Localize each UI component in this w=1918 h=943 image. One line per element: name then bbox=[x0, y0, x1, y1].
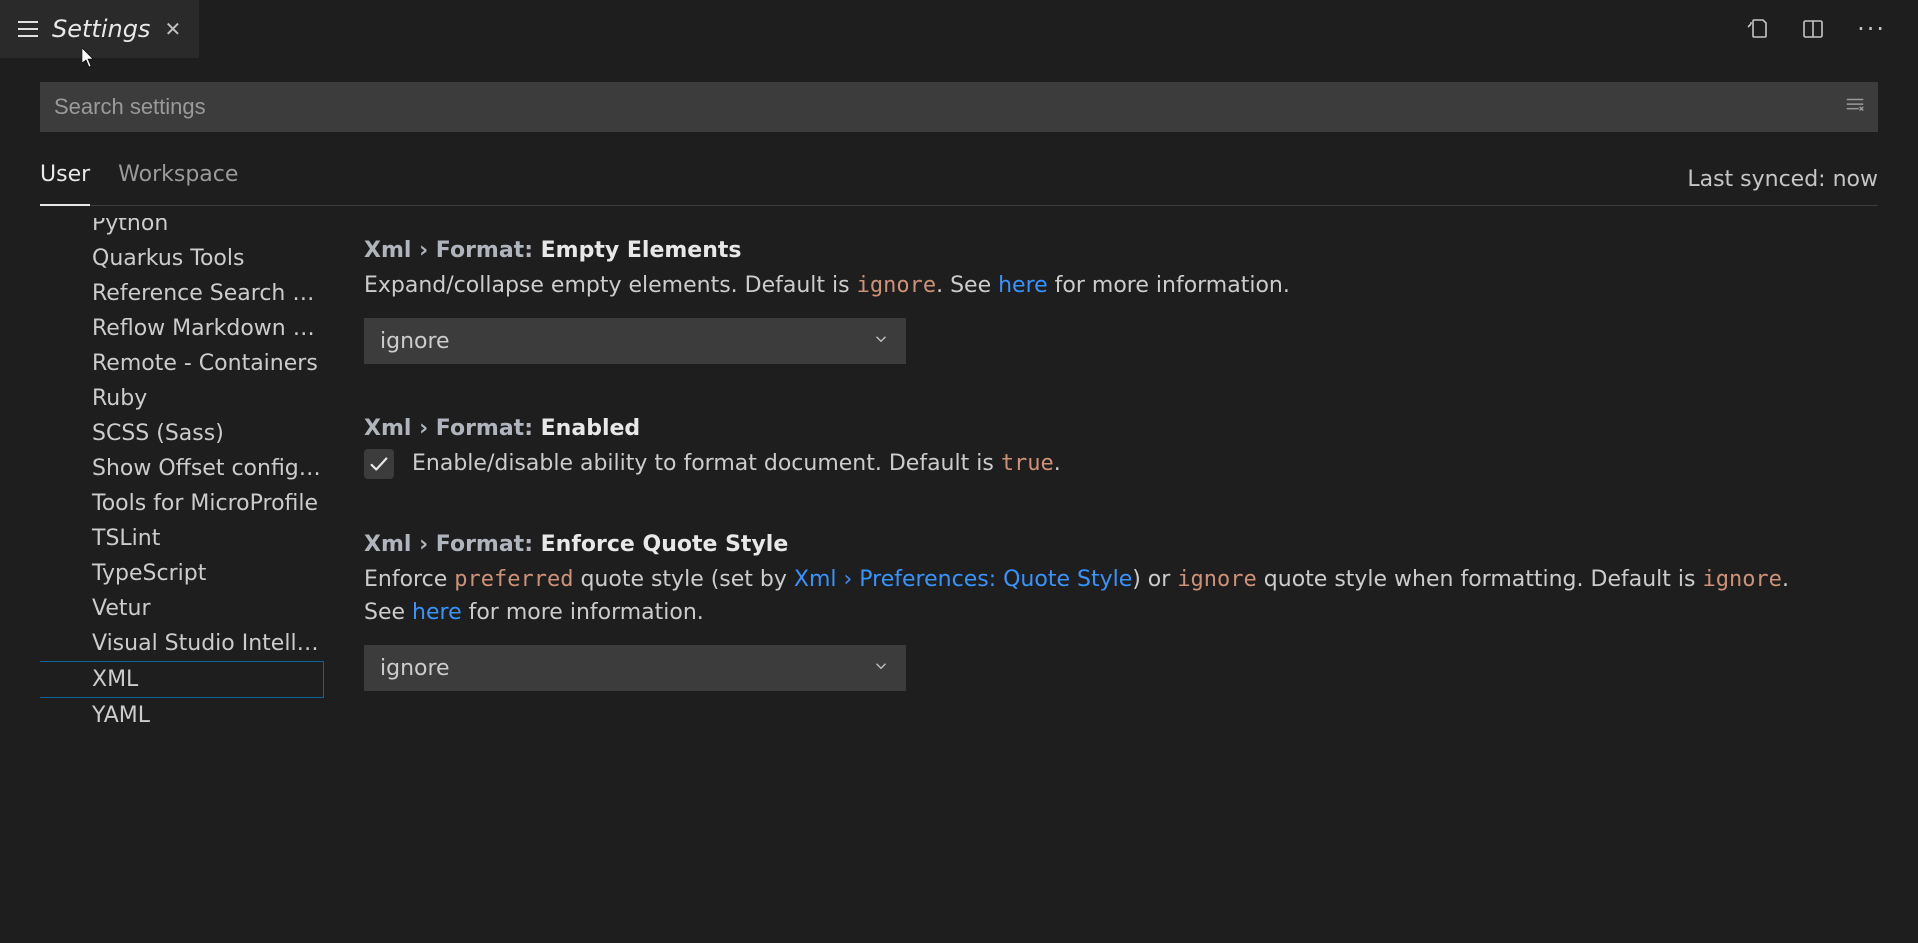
tree-item[interactable]: Python bbox=[40, 218, 324, 241]
checkbox-enabled[interactable] bbox=[364, 449, 394, 479]
settings-list: Xml › Format: Empty Elements Expand/coll… bbox=[324, 218, 1878, 778]
tree-item[interactable]: Show Offset configuration bbox=[40, 451, 324, 486]
chevron-down-icon bbox=[872, 329, 890, 354]
scope-tab-workspace[interactable]: Workspace bbox=[118, 162, 238, 197]
tree-item[interactable]: Remote - Containers bbox=[40, 346, 324, 381]
tab-bar: Settings ✕ ··· bbox=[0, 0, 1918, 58]
tree-item[interactable]: Reflow Markdown Settings bbox=[40, 311, 324, 346]
search-input[interactable] bbox=[54, 94, 1844, 120]
tab-settings[interactable]: Settings ✕ bbox=[0, 0, 199, 58]
setting-title: Xml › Format: Empty Elements bbox=[364, 238, 1818, 263]
select-enforce-quote[interactable]: ignore bbox=[364, 645, 906, 691]
setting-empty-elements: Xml › Format: Empty Elements Expand/coll… bbox=[364, 238, 1818, 364]
scope-tab-user[interactable]: User bbox=[40, 162, 90, 197]
tree-item[interactable]: Reference Search View bbox=[40, 276, 324, 311]
open-settings-json-icon[interactable] bbox=[1745, 17, 1769, 41]
setting-description: Enable/disable ability to format documen… bbox=[412, 447, 1061, 480]
tree-item[interactable]: TSLint bbox=[40, 521, 324, 556]
setting-enabled: Xml › Format: Enabled Enable/disable abi… bbox=[364, 416, 1818, 480]
tree-item[interactable]: Tools for MicroProfile bbox=[40, 486, 324, 521]
tree-item[interactable]: Ruby bbox=[40, 381, 324, 416]
more-actions-icon[interactable]: ··· bbox=[1857, 15, 1886, 43]
tree-item[interactable]: TypeScript bbox=[40, 556, 324, 591]
tree-item[interactable]: SCSS (Sass) bbox=[40, 416, 324, 451]
setting-description: Enforce preferred quote style (set by Xm… bbox=[364, 563, 1818, 629]
setting-title: Xml › Format: Enabled bbox=[364, 416, 1818, 441]
split-editor-icon[interactable] bbox=[1801, 17, 1825, 41]
settings-icon bbox=[18, 21, 38, 37]
chevron-down-icon bbox=[872, 656, 890, 681]
doc-link[interactable]: here bbox=[998, 273, 1048, 298]
close-icon[interactable]: ✕ bbox=[164, 17, 181, 41]
clear-filter-icon[interactable] bbox=[1844, 94, 1866, 120]
doc-link[interactable]: here bbox=[412, 600, 462, 625]
search-settings[interactable] bbox=[40, 82, 1878, 132]
tab-title: Settings bbox=[52, 15, 150, 43]
setting-enforce-quote: Xml › Format: Enforce Quote Style Enforc… bbox=[364, 532, 1818, 691]
pref-link[interactable]: Xml › Preferences: Quote Style bbox=[794, 567, 1132, 592]
settings-tree: PythonQuarkus ToolsReference Search View… bbox=[40, 218, 324, 778]
select-empty-elements[interactable]: ignore bbox=[364, 318, 906, 364]
tree-item[interactable]: Quarkus Tools bbox=[40, 241, 324, 276]
scope-row: User Workspace Last synced: now bbox=[40, 162, 1878, 206]
tree-item[interactable]: XML bbox=[40, 661, 324, 698]
sync-status: Last synced: now bbox=[1687, 167, 1878, 192]
tab-actions: ··· bbox=[1745, 0, 1918, 58]
tree-item[interactable]: Visual Studio IntelliCode bbox=[40, 626, 324, 661]
setting-description: Expand/collapse empty elements. Default … bbox=[364, 269, 1818, 302]
tree-item[interactable]: YAML bbox=[40, 698, 324, 733]
setting-title: Xml › Format: Enforce Quote Style bbox=[364, 532, 1818, 557]
tree-item[interactable]: Vetur bbox=[40, 591, 324, 626]
